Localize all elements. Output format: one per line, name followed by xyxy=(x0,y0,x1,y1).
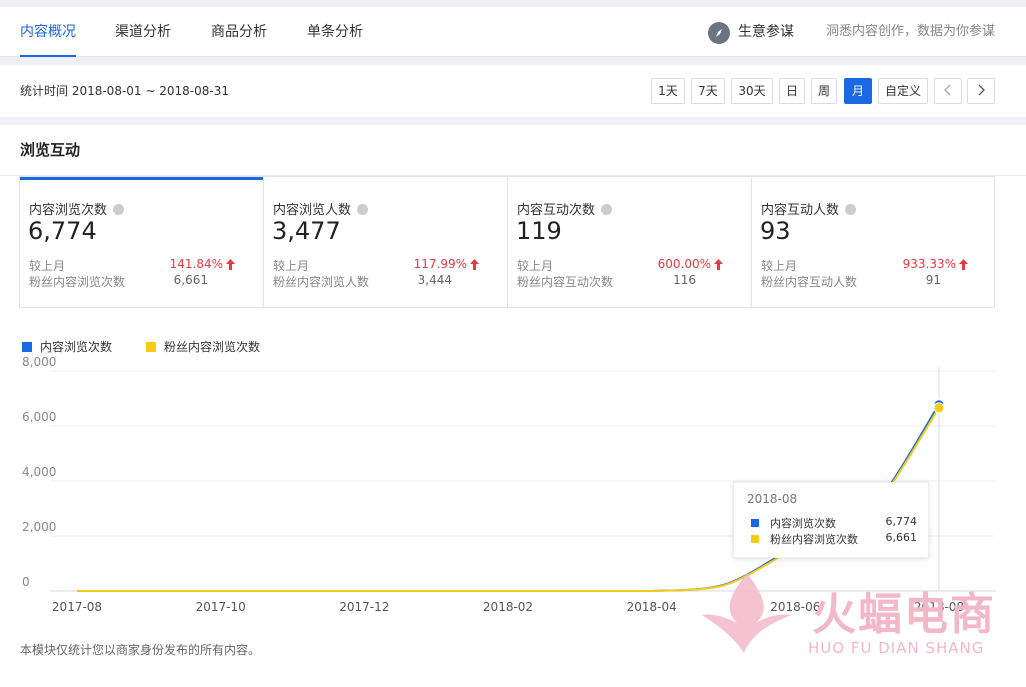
metric-card-interaction-count[interactable]: 内容互动次数 119 较上月 600.00% 粉丝内容互动次数 116 xyxy=(508,177,752,307)
compare-value: 141.84% xyxy=(169,257,223,271)
compare-value: 600.00% xyxy=(657,257,711,271)
x-tick-label: 2017-12 xyxy=(339,600,389,614)
legend-label: 粉丝内容浏览次数 xyxy=(164,340,261,354)
compass-icon xyxy=(708,22,730,44)
metric-value: 6,774 xyxy=(28,217,97,245)
fans-label: 粉丝内容浏览次数 xyxy=(29,275,126,289)
legend-label: 内容浏览次数 xyxy=(40,340,113,354)
metric-value: 119 xyxy=(516,217,562,245)
metric-card-content-views[interactable]: 内容浏览次数 6,774 较上月 141.84% 粉丝内容浏览次数 6,661 xyxy=(20,177,264,307)
watermark-text: 火蝠电商 xyxy=(812,589,996,640)
metric-cards: 内容浏览次数 6,774 较上月 141.84% 粉丝内容浏览次数 6,661 … xyxy=(19,176,995,308)
tab-product-analysis[interactable]: 商品分析 xyxy=(211,7,267,57)
metric-label: 内容互动次数 xyxy=(517,203,596,218)
x-tick-label: 2017-10 xyxy=(196,600,246,614)
info-icon[interactable] xyxy=(113,204,125,215)
period-custom-button[interactable]: 自定义 xyxy=(878,78,928,104)
top-navigation: 内容概况 渠道分析 商品分析 单条分析 生意参谋 洞悉内容创作，数据为你参谋 xyxy=(0,7,1026,57)
tooltip-swatch xyxy=(751,519,759,527)
watermark-subtext: HUO FU DIAN SHANG xyxy=(808,639,985,657)
watermark-logo xyxy=(702,573,792,653)
compare-label: 较上月 xyxy=(517,259,554,273)
footnote: 本模块仅统计您以商家身份发布的所有内容。 xyxy=(20,643,261,657)
metric-value: 93 xyxy=(760,217,791,245)
metric-value: 3,477 xyxy=(272,217,341,245)
x-tick-label: 2018-02 xyxy=(483,600,533,614)
y-tick-label: 8,000 xyxy=(22,355,56,369)
legend-item-content-views[interactable]: 内容浏览次数 xyxy=(22,338,112,355)
arrow-up-icon xyxy=(959,259,968,270)
compare-label: 较上月 xyxy=(273,259,310,273)
legend-swatch xyxy=(22,342,32,352)
metric-label: 内容互动人数 xyxy=(761,203,840,218)
period-30day-button[interactable]: 30天 xyxy=(731,78,773,104)
metric-card-interaction-users[interactable]: 内容互动人数 93 较上月 933.33% 粉丝内容互动人数 91 xyxy=(752,177,996,307)
period-month-button[interactable]: 月 xyxy=(844,78,872,104)
legend-item-fans-views[interactable]: 粉丝内容浏览次数 xyxy=(146,338,260,355)
brand-title: 生意参谋 xyxy=(738,24,794,40)
tooltip-row-value: 6,774 xyxy=(885,515,918,528)
tooltip-row-label: 内容浏览次数 xyxy=(770,517,836,530)
chevron-left-icon xyxy=(944,84,951,96)
period-7day-button[interactable]: 7天 xyxy=(691,78,725,104)
next-period-button[interactable] xyxy=(967,78,995,104)
prev-period-button[interactable] xyxy=(934,78,962,104)
fans-label: 粉丝内容互动次数 xyxy=(517,275,614,289)
x-tick-label: 2018-04 xyxy=(627,600,677,614)
tooltip-row-value: 6,661 xyxy=(885,531,918,544)
fans-label: 粉丝内容互动人数 xyxy=(761,275,858,289)
chevron-right-icon xyxy=(978,84,985,96)
tooltip-row: 粉丝内容浏览次数 6,661 xyxy=(751,531,921,547)
tab-channel-analysis[interactable]: 渠道分析 xyxy=(115,7,171,57)
fans-value: 3,444 xyxy=(417,273,452,287)
info-icon[interactable] xyxy=(357,204,369,215)
chart-tooltip: 2018-08 内容浏览次数 6,774 粉丝内容浏览次数 6,661 xyxy=(733,482,929,558)
fans-value: 6,661 xyxy=(173,273,208,287)
period-day-button[interactable]: 日 xyxy=(779,78,805,104)
section-title: 浏览互动 xyxy=(20,141,81,159)
arrow-up-icon xyxy=(714,259,723,270)
y-tick-label: 2,000 xyxy=(22,520,56,534)
arrow-up-icon xyxy=(470,259,479,270)
arrow-up-icon xyxy=(226,259,235,270)
x-tick-label: 2017-08 xyxy=(52,600,102,614)
compare-label: 较上月 xyxy=(761,259,798,273)
fans-label: 粉丝内容浏览人数 xyxy=(273,275,370,289)
time-filter-bar: 统计时间 2018-08-01 ~ 2018-08-31 1天 7天 30天 日… xyxy=(0,65,1026,117)
legend-swatch xyxy=(146,342,156,352)
period-1day-button[interactable]: 1天 xyxy=(651,78,685,104)
metric-label: 内容浏览人数 xyxy=(273,203,352,218)
fans-value: 116 xyxy=(673,273,696,287)
y-tick-label: 0 xyxy=(22,575,30,589)
y-tick-label: 6,000 xyxy=(22,410,56,424)
stat-period: 统计时间 2018-08-01 ~ 2018-08-31 xyxy=(20,84,229,98)
browse-interaction-panel: 浏览互动 内容浏览次数 6,774 较上月 141.84% 粉丝内容浏览次数 6… xyxy=(0,125,1026,687)
fans-value: 91 xyxy=(925,273,941,287)
tooltip-row-label: 粉丝内容浏览次数 xyxy=(770,533,858,546)
period-week-button[interactable]: 周 xyxy=(811,78,837,104)
info-icon[interactable] xyxy=(845,204,857,215)
data-point xyxy=(933,402,945,414)
metric-card-content-visitors[interactable]: 内容浏览人数 3,477 较上月 117.99% 粉丝内容浏览人数 3,444 xyxy=(264,177,508,307)
metric-label: 内容浏览次数 xyxy=(29,203,108,218)
tab-single-analysis[interactable]: 单条分析 xyxy=(307,7,363,57)
brand-subtitle: 洞悉内容创作，数据为你参谋 xyxy=(826,24,996,39)
tab-content-overview[interactable]: 内容概况 xyxy=(20,7,76,57)
compare-value: 117.99% xyxy=(413,257,467,271)
tooltip-swatch xyxy=(751,535,759,543)
compare-label: 较上月 xyxy=(29,259,66,273)
y-tick-label: 4,000 xyxy=(22,465,56,479)
compare-value: 933.33% xyxy=(902,257,956,271)
tooltip-title: 2018-08 xyxy=(747,492,798,506)
tooltip-row: 内容浏览次数 6,774 xyxy=(751,515,921,531)
info-icon[interactable] xyxy=(601,204,613,215)
